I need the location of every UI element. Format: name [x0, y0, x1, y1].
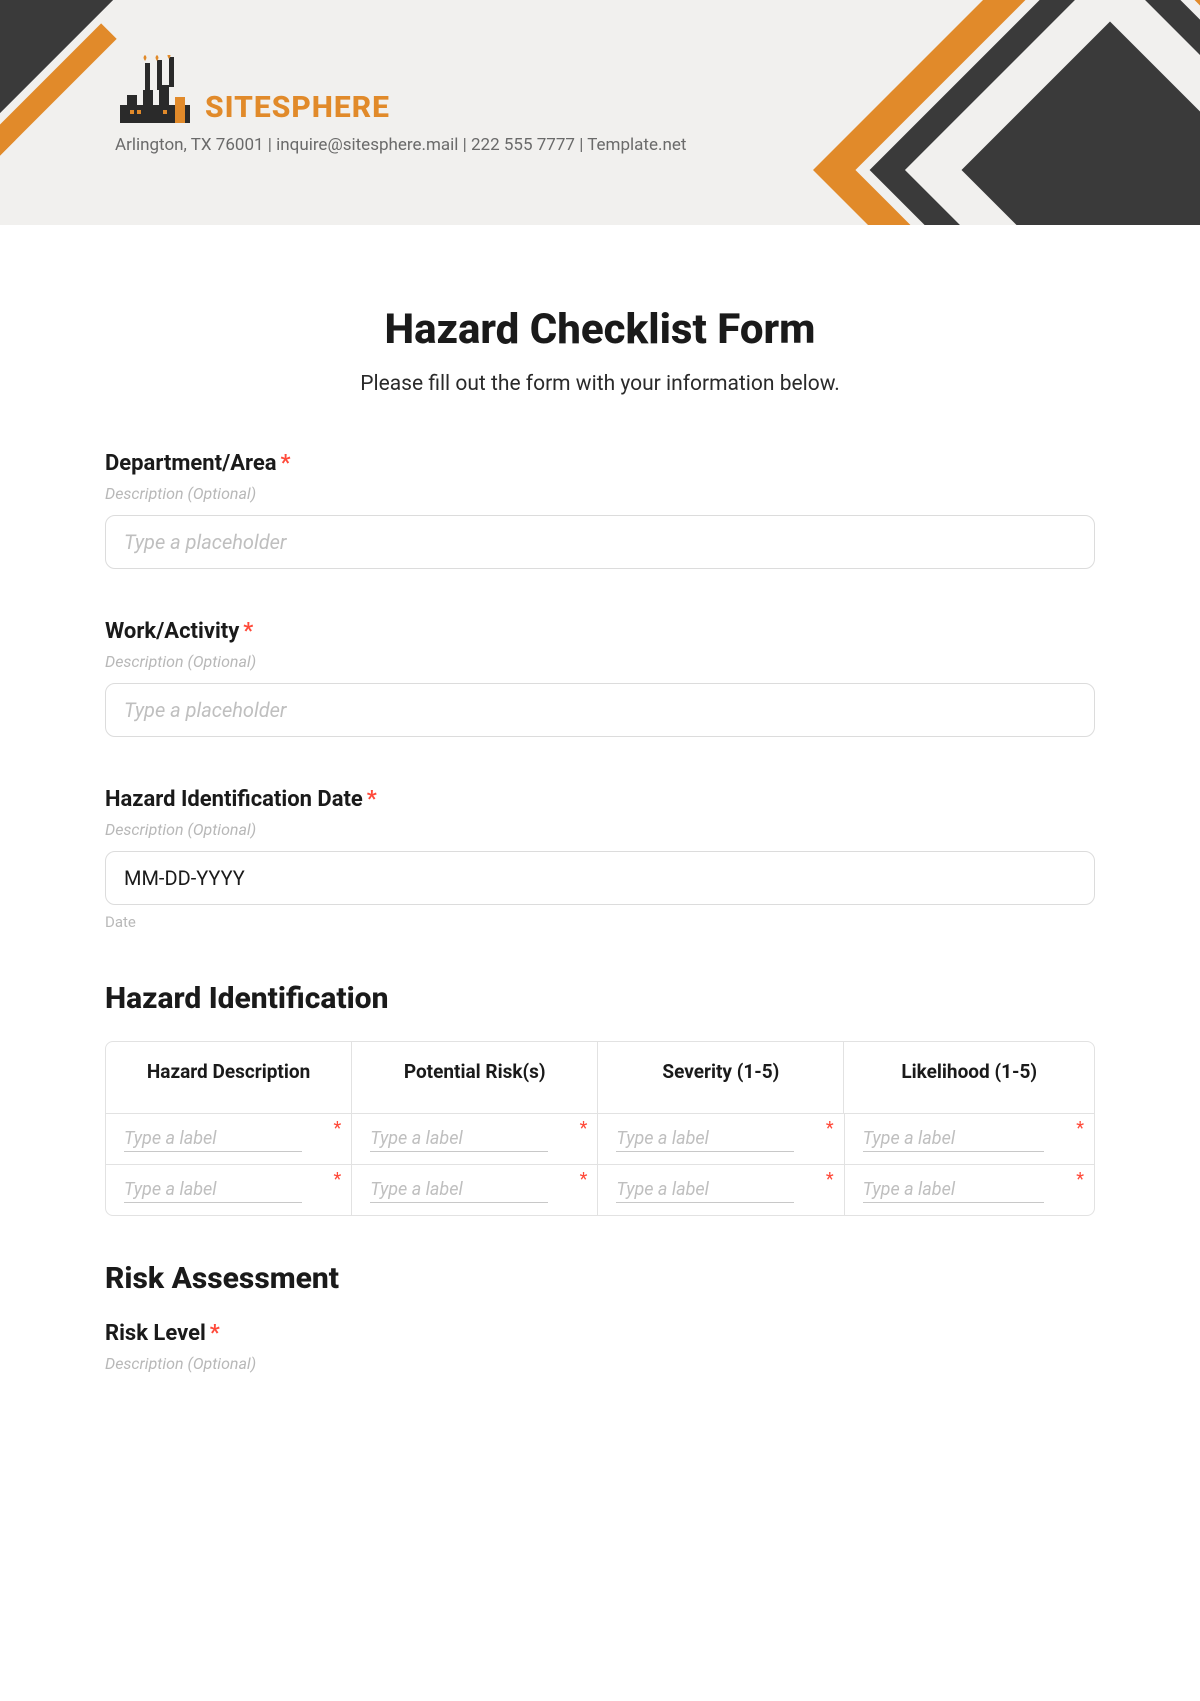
table-header-row: Hazard Description Potential Risk(s) Sev… [106, 1042, 1094, 1114]
activity-label: Work/Activity [105, 619, 239, 644]
section-risk-assessment: Risk Assessment [105, 1261, 1095, 1296]
required-marker: * [281, 451, 291, 476]
date-description: Description (Optional) [105, 820, 1095, 839]
col-likelihood: Likelihood (1-5) [844, 1042, 1094, 1114]
table-cell[interactable]: *Type a label [106, 1165, 352, 1215]
date-input[interactable]: MM-DD-YYYY [105, 851, 1095, 905]
table-cell[interactable]: *Type a label [845, 1165, 1094, 1215]
corner-decoration-top-right [813, 0, 1200, 225]
required-marker: * [210, 1321, 220, 1346]
hazard-table: Hazard Description Potential Risk(s) Sev… [105, 1041, 1095, 1216]
required-marker: * [243, 619, 253, 644]
field-activity: Work/Activity * Description (Optional) T… [105, 619, 1095, 737]
risk-level-description: Description (Optional) [105, 1354, 1095, 1373]
field-department: Department/Area * Description (Optional)… [105, 451, 1095, 569]
logo-block: SITESPHERE Arlington, TX 76001 | inquire… [115, 55, 686, 155]
section-hazard-identification: Hazard Identification [105, 981, 1095, 1016]
col-hazard-description: Hazard Description [106, 1042, 352, 1114]
page-title: Hazard Checklist Form [105, 305, 1095, 354]
field-risk-level: Risk Level * Description (Optional) [105, 1321, 1095, 1373]
activity-input[interactable]: Type a placeholder [105, 683, 1095, 737]
department-description: Description (Optional) [105, 484, 1095, 503]
required-marker: * [367, 787, 377, 812]
department-label: Department/Area [105, 451, 277, 476]
page-subtitle: Please fill out the form with your infor… [105, 372, 1095, 396]
page-header: SITESPHERE Arlington, TX 76001 | inquire… [0, 0, 1200, 225]
col-potential-risks: Potential Risk(s) [352, 1042, 598, 1114]
brand-name: SITESPHERE [205, 90, 390, 125]
contact-line: Arlington, TX 76001 | inquire@sitesphere… [115, 135, 686, 155]
table-cell[interactable]: *Type a label [598, 1114, 844, 1165]
table-cell[interactable]: *Type a label [845, 1114, 1094, 1165]
table-cell[interactable]: *Type a label [598, 1165, 844, 1215]
table-cell[interactable]: *Type a label [106, 1114, 352, 1165]
risk-level-label: Risk Level [105, 1321, 206, 1346]
table-cell[interactable]: *Type a label [352, 1165, 598, 1215]
department-input[interactable]: Type a placeholder [105, 515, 1095, 569]
table-cell[interactable]: *Type a label [352, 1114, 598, 1165]
table-row: *Type a label *Type a label *Type a labe… [106, 1165, 1094, 1215]
form-content: Hazard Checklist Form Please fill out th… [0, 225, 1200, 1433]
activity-description: Description (Optional) [105, 652, 1095, 671]
date-sublabel: Date [105, 913, 1095, 931]
factory-icon [115, 55, 195, 125]
table-row: *Type a label *Type a label *Type a labe… [106, 1114, 1094, 1165]
corner-decoration-top-left [0, 0, 113, 113]
field-date: Hazard Identification Date * Description… [105, 787, 1095, 931]
col-severity: Severity (1-5) [598, 1042, 844, 1114]
date-label: Hazard Identification Date [105, 787, 363, 812]
